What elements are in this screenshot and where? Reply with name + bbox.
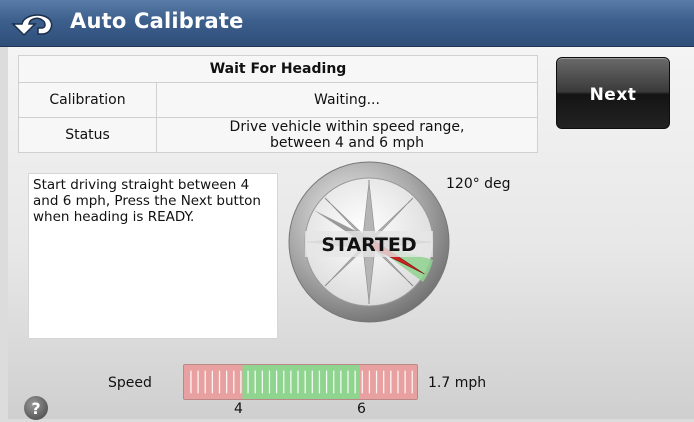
instructions-box: Start driving straight between 4 and 6 m… xyxy=(28,173,278,339)
instructions-line2: and 6 mph, Press the Next button xyxy=(33,193,261,209)
status-value-line2: between 4 and 6 mph xyxy=(270,135,424,151)
table-heading: Wait For Heading xyxy=(18,55,538,83)
heading-readout: 120° deg xyxy=(446,176,511,192)
compass-icon: STARTED xyxy=(288,161,450,323)
calibration-info-table: Wait For Heading Calibration Waiting... … xyxy=(18,55,538,153)
speed-tick-low: 4 xyxy=(234,401,243,417)
status-value: Drive vehicle within speed range, betwee… xyxy=(156,117,538,153)
speed-range-bar xyxy=(183,364,418,400)
page-title: Auto Calibrate xyxy=(70,9,244,33)
calibration-label: Calibration xyxy=(18,82,157,118)
status-label: Status xyxy=(18,117,157,153)
back-button[interactable] xyxy=(10,8,60,38)
table-row: Status Drive vehicle within speed range,… xyxy=(18,117,538,153)
help-button[interactable]: ? xyxy=(24,396,48,420)
speed-label: Speed xyxy=(108,375,152,391)
instructions-line1: Start driving straight between 4 xyxy=(33,177,250,193)
status-value-line1: Drive vehicle within speed range, xyxy=(229,119,465,135)
next-button[interactable]: Next xyxy=(556,57,670,129)
instructions-line3: when heading is READY. xyxy=(33,209,195,225)
compass-status: STARTED xyxy=(321,234,416,256)
title-bar: Auto Calibrate xyxy=(0,0,694,47)
speed-value: 1.7 mph xyxy=(428,375,487,391)
next-button-label: Next xyxy=(589,85,637,105)
table-row: Calibration Waiting... xyxy=(18,82,538,118)
speed-tick-high: 6 xyxy=(357,401,366,417)
back-arrow-icon xyxy=(11,14,53,37)
calibration-value: Waiting... xyxy=(156,82,538,118)
